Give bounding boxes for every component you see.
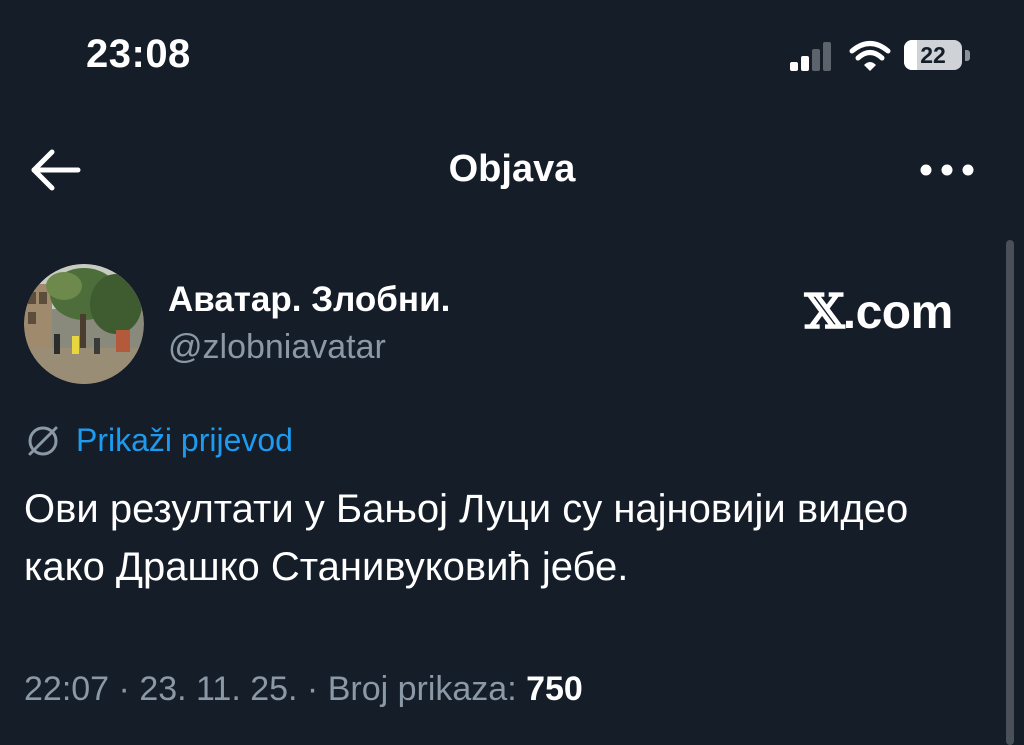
battery-icon: 22	[904, 40, 972, 72]
nav-bar: Objava	[0, 112, 1024, 230]
back-button[interactable]	[22, 144, 86, 196]
x-com-logo: 𝕏.com	[804, 284, 954, 340]
cellular-signal-icon	[790, 42, 831, 71]
post-screen: 23:08 22 Objava Аватар. Злобни. @zlobnia…	[0, 0, 1024, 745]
post-meta: 22:07 · 23. 11. 25. · Broj prikaza: 750	[24, 670, 583, 709]
post-text: Ови резултати у Бањој Луци су најновији …	[24, 487, 909, 589]
page-title: Objava	[448, 148, 576, 190]
battery-percentage: 22	[920, 42, 946, 68]
meta-separator: ·	[109, 670, 140, 708]
meta-separator: ·	[297, 670, 328, 708]
x-logo-mark: 𝕏	[804, 284, 845, 340]
status-time: 23:08	[86, 32, 191, 76]
wifi-icon	[849, 41, 891, 71]
globe-icon	[28, 426, 58, 456]
translate-label[interactable]: Prikaži prijevod	[76, 422, 293, 459]
battery-tip	[965, 50, 970, 61]
avatar[interactable]	[24, 264, 144, 384]
status-bar: 23:08 22	[0, 0, 1024, 112]
views-count[interactable]: 750	[526, 670, 583, 708]
x-logo-text: .com	[842, 286, 954, 339]
scrollbar[interactable]	[1006, 240, 1014, 745]
views-label: Broj prikaza:	[327, 670, 527, 708]
ellipsis-icon	[920, 164, 974, 176]
post-date[interactable]: 23. 11. 25.	[139, 670, 297, 708]
author-handle[interactable]: @zlobniavatar	[168, 328, 386, 367]
more-options-button[interactable]	[914, 152, 980, 188]
arrow-left-icon	[31, 149, 81, 191]
post-time[interactable]: 22:07	[24, 670, 109, 708]
author-display-name[interactable]: Аватар. Злобни.	[168, 280, 450, 320]
